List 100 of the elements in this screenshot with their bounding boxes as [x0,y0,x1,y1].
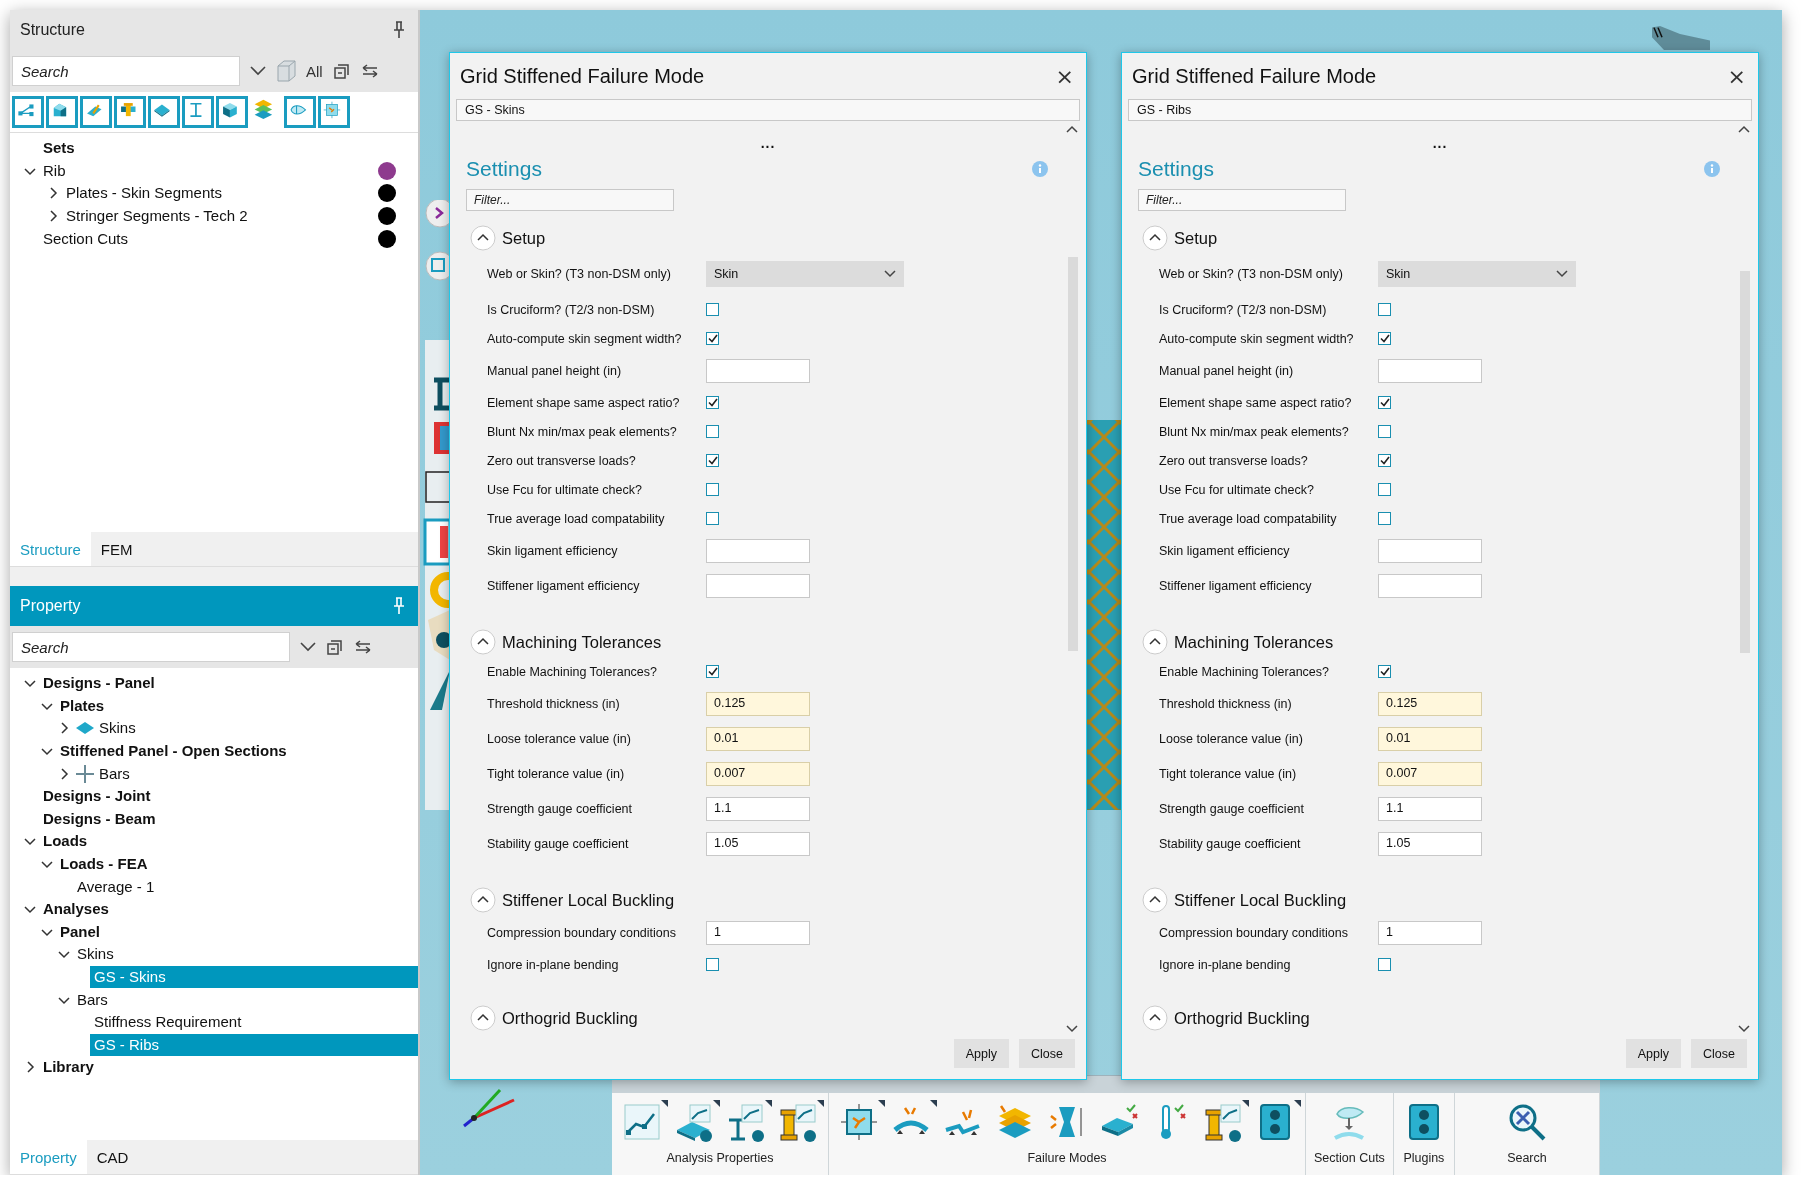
close-button[interactable]: × [1053,63,1076,89]
dialog-button[interactable]: Apply [953,1039,1010,1068]
input-field[interactable] [706,358,810,383]
nodes-icon[interactable] [12,96,44,128]
collapse-all-icon[interactable] [326,638,344,656]
tree-item[interactable]: Sets [39,137,81,160]
checkbox[interactable] [706,665,719,678]
angle-plate-icon[interactable] [80,96,112,128]
input-field[interactable]: 1.05 [1378,831,1482,856]
scrollbar[interactable] [1740,271,1750,653]
wedge-icon[interactable] [46,96,78,128]
collapse-toggle-icon[interactable] [470,629,496,655]
menu-corner-icon[interactable] [930,1100,937,1108]
line-chart-icon[interactable] [622,1102,662,1143]
input-field[interactable]: 0.125 [1378,691,1482,716]
checkbox[interactable] [706,483,719,496]
input-field[interactable]: 0.01 [706,726,810,751]
tree-item[interactable]: Analyses [39,898,115,921]
input-field[interactable]: 0.007 [1378,761,1482,786]
tree-item[interactable]: Designs - Beam [39,807,162,830]
search-field[interactable]: Search [12,56,240,86]
collapse-toggle-icon[interactable] [1142,887,1168,913]
collapse-toggle-icon[interactable] [470,887,496,913]
tree-item[interactable]: Stringer Segments - Tech 2 [62,205,254,228]
input-field[interactable]: 1.1 [1378,796,1482,821]
checkbox[interactable] [1378,958,1391,971]
tree-item[interactable]: Plates [56,694,111,717]
tree-item[interactable]: Bars [95,762,136,785]
filter-field[interactable]: Filter... [466,189,674,211]
input-field[interactable] [1378,358,1482,383]
pin-icon[interactable] [392,21,406,39]
tree-item[interactable]: Skins [73,943,120,966]
checkbox[interactable] [706,396,719,409]
filter-label[interactable]: All [306,62,323,80]
column-icon[interactable] [114,96,146,128]
tree-item[interactable]: Average - 1 [73,875,161,898]
menu-corner-icon[interactable] [765,1100,772,1108]
cube-icon[interactable] [216,96,248,128]
checkbox[interactable] [1378,665,1391,678]
checkbox[interactable] [706,958,719,971]
tree-item[interactable]: Skins [95,717,142,740]
checkbox[interactable] [706,332,719,345]
swap-arrows-icon[interactable] [360,63,379,79]
close-button[interactable]: × [1725,63,1748,89]
menu-corner-icon[interactable] [661,1100,668,1108]
menu-corner-icon[interactable] [878,1100,885,1108]
more-button[interactable]: ... [753,135,783,151]
checkbox[interactable] [706,454,719,467]
checkbox[interactable] [706,425,719,438]
panel-icon[interactable] [839,1102,879,1143]
tree-item[interactable]: Loads - FEA [56,853,154,876]
checkbox[interactable] [706,303,719,316]
column-icon[interactable] [778,1102,818,1143]
scroll-down-icon[interactable] [1738,1025,1750,1033]
checkbox[interactable] [1378,483,1391,496]
tree-item[interactable]: Library [39,1056,100,1079]
input-field[interactable]: 1 [1378,920,1482,945]
dialog-button[interactable]: Close [1019,1039,1075,1068]
lens-icon[interactable] [284,96,316,128]
input-field[interactable]: 1.05 [706,831,810,856]
input-field[interactable]: 0.01 [1378,726,1482,751]
input-field[interactable] [1378,538,1482,563]
checkbox[interactable] [1378,512,1391,525]
swap-arrows-icon[interactable] [354,639,372,655]
beam-chart-icon[interactable] [726,1102,766,1143]
search-field[interactable]: Search [12,632,290,662]
tree-item[interactable]: Designs - Panel [39,672,161,695]
checkbox[interactable] [1378,454,1391,467]
input-field[interactable]: 0.125 [706,691,810,716]
menu-corner-icon[interactable] [817,1100,824,1108]
input-field[interactable] [1378,573,1482,598]
tree-item[interactable]: Plates - Skin Segments [62,182,228,205]
column-icon[interactable] [1203,1102,1243,1143]
input-field[interactable]: 0.007 [706,761,810,786]
checkbox[interactable] [1378,332,1391,345]
collapse-toggle-icon[interactable] [1142,225,1168,251]
more-button[interactable]: ... [1425,135,1455,151]
collapse-toggle-icon[interactable] [470,225,496,251]
scrollbar[interactable] [1068,257,1078,651]
tree-item[interactable]: Stiffened Panel - Open Sections [56,740,293,763]
input-field[interactable]: 1.1 [706,796,810,821]
scroll-up-icon[interactable] [1738,125,1750,133]
dropdown[interactable]: Skin [706,261,904,287]
tree-item[interactable]: Panel [56,920,107,943]
collapse-toggle-icon[interactable] [1142,629,1168,655]
dropdown[interactable]: Skin [1378,261,1576,287]
selected-analysis-field[interactable]: GS - Skins [456,99,1080,121]
tree-item[interactable]: Loads [39,830,94,853]
input-field[interactable] [706,573,810,598]
collapse-all-icon[interactable] [332,62,351,80]
chip-icon[interactable] [318,96,350,128]
scroll-up-icon[interactable] [1066,125,1078,133]
selected-analysis-field[interactable]: GS - Ribs [1128,99,1752,121]
tree-item[interactable]: Rib [39,159,72,182]
plate-chart-icon[interactable] [674,1102,714,1143]
tree-item[interactable]: Designs - Joint [39,785,157,808]
menu-corner-icon[interactable] [1242,1100,1249,1108]
collapse-toggle-icon[interactable] [470,1005,496,1031]
tree-item[interactable]: Stiffness Requirement [90,1011,248,1034]
tree-item[interactable]: Bars [73,988,114,1011]
